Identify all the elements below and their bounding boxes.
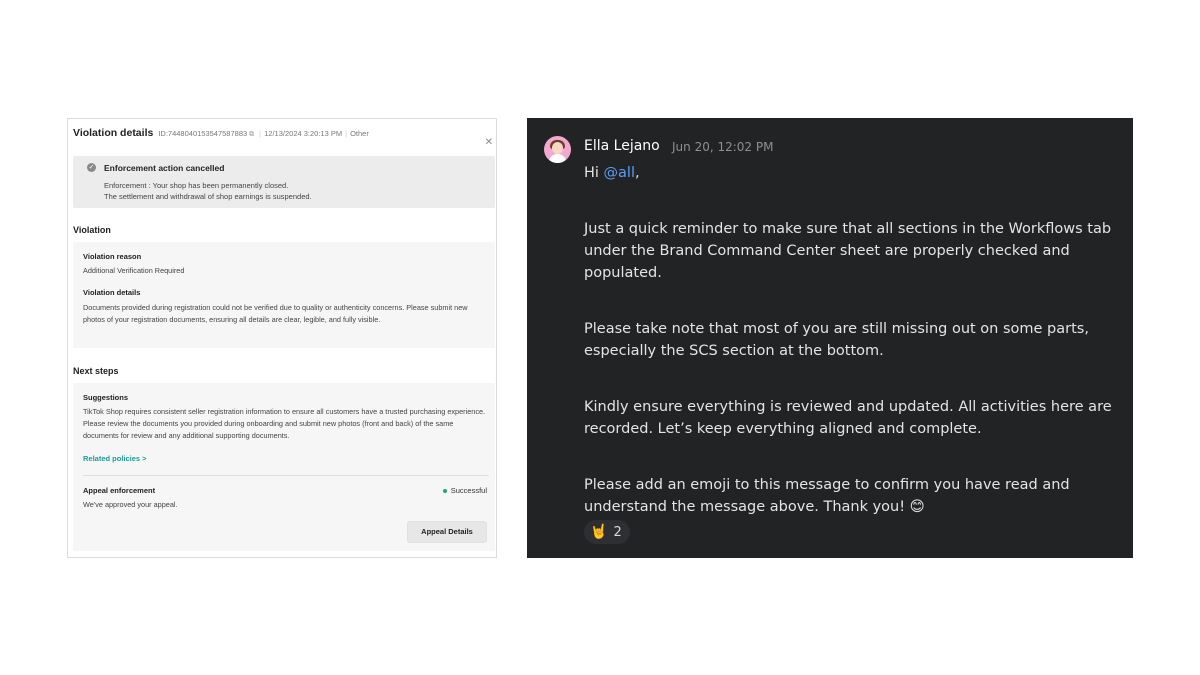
banner-title: Enforcement action cancelled bbox=[104, 163, 225, 173]
violation-title: Violation details bbox=[73, 127, 154, 139]
message-paragraph: Please add an emoji to this message to c… bbox=[584, 477, 1070, 515]
violation-header: Violation details ID:7448040153547587883… bbox=[73, 127, 491, 145]
message-paragraph: Please take note that most of you are st… bbox=[584, 321, 1089, 359]
violation-meta: ID:7448040153547587883 ⧉ | 12/13/2024 3:20:… bbox=[158, 129, 369, 139]
next-steps-heading: Next steps bbox=[73, 366, 119, 376]
mention-all[interactable]: @all bbox=[604, 165, 635, 181]
suggestions-text: TikTok Shop requires consistent seller r… bbox=[83, 407, 486, 440]
violation-details-label: Violation details bbox=[83, 288, 141, 297]
greeting-prefix: Hi bbox=[584, 165, 604, 181]
violation-section-heading: Violation bbox=[73, 225, 111, 235]
violation-date: 12/13/2024 3:20:13 PM bbox=[264, 129, 343, 138]
copy-icon[interactable]: ⧉ bbox=[249, 131, 254, 138]
check-circle-icon: ✓ bbox=[87, 163, 96, 172]
reaction-count: 2 bbox=[613, 524, 622, 540]
divider bbox=[83, 475, 489, 476]
meta-separator: | bbox=[259, 129, 262, 138]
violation-reason-label: Violation reason bbox=[83, 252, 142, 261]
avatar-body bbox=[549, 154, 566, 163]
enforcement-banner: ✓ Enforcement action cancelled Enforceme… bbox=[73, 156, 495, 208]
violation-category: Other bbox=[350, 129, 369, 138]
violation-card: Violation reason Additional Verification… bbox=[73, 242, 495, 348]
violation-details-panel: Violation details ID:7448040153547587883… bbox=[67, 118, 497, 558]
message-paragraph: Just a quick reminder to make sure that … bbox=[584, 221, 1112, 281]
appeal-status: Successful bbox=[442, 486, 487, 495]
status-dot-icon bbox=[442, 489, 447, 494]
suggestions-label: Suggestions bbox=[83, 393, 129, 402]
avatar-face bbox=[552, 142, 563, 154]
next-steps-card: Suggestions TikTok Shop requires consist… bbox=[73, 383, 495, 551]
avatar[interactable] bbox=[544, 136, 571, 163]
rock-hand-icon: 🤘 bbox=[590, 524, 608, 540]
message-greeting: Hi @all, bbox=[584, 162, 1124, 184]
meta-separator: | bbox=[345, 129, 348, 138]
violation-id: ID:7448040153547587883 bbox=[158, 129, 248, 138]
appeal-enforcement-label: Appeal enforcement bbox=[83, 486, 156, 495]
greeting-suffix: , bbox=[635, 165, 640, 181]
reaction-chip[interactable]: 🤘 2 bbox=[584, 520, 630, 544]
author-name[interactable]: Ella Lejano bbox=[584, 138, 660, 154]
violation-reason-value: Additional Verification Required bbox=[83, 266, 185, 275]
chat-message-panel: Ella Lejano Jun 20, 12:02 PM Hi @all, Ju… bbox=[527, 118, 1133, 558]
message-paragraph: Kindly ensure everything is reviewed and… bbox=[584, 399, 1112, 437]
violation-details-value: Documents provided during registration c… bbox=[83, 303, 468, 324]
banner-line-2: The settlement and withdrawal of shop ea… bbox=[104, 192, 312, 201]
appeal-text: We've approved your appeal. bbox=[83, 500, 178, 509]
banner-line-1: Enforcement : Your shop has been permane… bbox=[104, 181, 289, 190]
appeal-details-button[interactable]: Appeal Details bbox=[407, 521, 487, 543]
message-timestamp: Jun 20, 12:02 PM bbox=[672, 140, 774, 154]
close-icon[interactable]: ✕ bbox=[485, 138, 493, 148]
related-policies-link[interactable]: Related policies > bbox=[83, 454, 147, 463]
appeal-status-text: Successful bbox=[450, 486, 487, 495]
